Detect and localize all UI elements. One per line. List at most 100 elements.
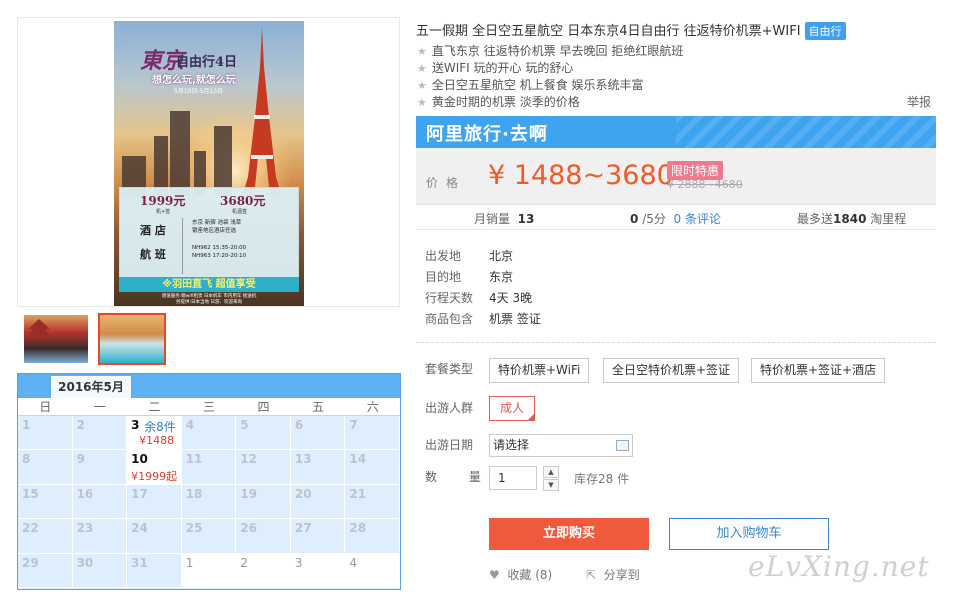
price-value: ¥ 1488~3680 [488,160,674,191]
date-label: 出游日期 [425,438,474,452]
calendar-day: 24 [127,519,182,554]
calendar-day-number: 19 [240,486,257,501]
calendar-day-available[interactable]: 10 ¥1999起 [127,450,182,485]
weekday-header: 四 [257,400,270,414]
weekday-header: 一 [93,400,106,414]
product-poster-image: 東京 自由行4日 想怎么玩,就怎么玩 5月10日-5月13日 1999元 368… [114,21,304,306]
calendar-day-number: 23 [76,521,94,536]
calendar-day-price: ¥1999起 [131,470,178,484]
package-option-2[interactable]: 全日空特价机票+签证 [603,358,740,383]
calendar-day: 18 [181,484,237,520]
pagoda-icon [28,319,50,340]
calendar-month-tab[interactable]: 2016年5月 [51,376,131,398]
star-icon: ★ [417,79,427,92]
poster-building [214,126,232,196]
poster-building [170,111,190,196]
property-value: 北京 [489,249,514,263]
poster-price-b-note: 机酒签 [232,209,248,215]
favorite-button[interactable]: ♥ 收藏 (8) [489,566,552,583]
product-properties: 出发地 北京 目的地 东京 行程天数 4天 3晚 商品包含 机票 签证 [425,247,541,331]
weekday-header: 二 [148,400,161,414]
poster-flight-label: 航 班 [140,248,166,261]
package-option-3[interactable]: 特价机票+签证+酒店 [751,358,886,383]
calendar-day-number: 2 [240,555,248,570]
quantity-increase-button[interactable]: ▲ [543,466,559,478]
poster-price-a-note: 机+签 [156,209,171,215]
site-watermark: eLvXing.net [748,550,930,583]
quantity-input[interactable]: 1 [489,466,537,490]
selected-corner-icon [527,413,536,421]
add-to-cart-button[interactable]: 加入购物车 [669,518,829,550]
property-value: 东京 [489,270,514,284]
poster-slogan: 想怎么玩,就怎么玩 [152,75,236,86]
product-title-text: 五一假期 全日空五星航空 日本东京4日自由行 往返特价机票+WIFI [416,24,801,39]
calendar-day-number: 4 [185,418,195,432]
feature-text: 送WIFI 玩的开心 玩的舒心 [431,61,574,75]
calendar-day: 12 [236,450,291,485]
calendar-day-number: 24 [131,521,148,536]
calendar-day-number: 21 [349,486,367,501]
calendar-day-price: ¥1488 [139,434,175,447]
feature-list: ★ 直飞东京 往返特价机票 早去晚回 拒绝红眼航班 ★ 送WIFI 玩的开心 玩的舒心… [417,43,683,111]
calendar-day: 7 [345,416,400,451]
mileage-prefix: 最多送 [797,212,834,226]
travel-date-select[interactable]: 请选择 [489,434,633,457]
calendar-day-number: 1 [185,555,194,570]
weekday-header: 五 [312,400,325,414]
feature-item: ★ 全日空五星航空 机上餐食 娱乐系统丰富 [417,77,683,94]
poster-footer: 增值服务:赠wifi租赁 日本机车 市内用车 接送机 另提供:日本当地 日游、欢… [161,294,257,305]
poster-dates: 5月10日-5月13日 [174,88,224,95]
tokyo-tower-graphic [242,27,282,197]
thumbnail-1[interactable] [22,313,90,365]
departure-calendar: 2016年5月 日一二三四五六 1 2 3 余8件 ¥1488 4 5 6 7 8 9 10 ¥1999… [17,373,401,590]
product-title: 五一假期 全日空五星航空 日本东京4日自由行 往返特价机票+WIFI 自由行 [416,20,846,40]
property-key: 商品包含 [425,312,474,326]
poster-divider [182,218,183,274]
feature-text: 全日空五星航空 机上餐食 娱乐系统丰富 [431,78,644,92]
calendar-day-number: 22 [22,521,39,536]
poster-info-panel: 1999元 3680元 机+签 机酒签 酒 店 东京 新宿 池袋 浅草 银座地区… [119,187,299,287]
poster-ribbon: ※羽田直飞 超值享受 [119,277,299,292]
calendar-day-number: 5 [240,418,249,432]
calendar-day-number: 7 [349,418,358,432]
calendar-day: 15 [18,484,73,520]
thumbnail-2-selected[interactable] [98,313,166,365]
calendar-day: 29 [18,553,73,588]
product-type-tag: 自由行 [804,22,846,40]
calendar-day-number: 25 [185,521,203,536]
calendar-day: 17 [127,484,182,520]
calendar-day: 27 [290,519,346,554]
report-link[interactable]: 举报 [907,93,931,110]
calendar-day: 26 [236,519,291,554]
price-label: 价格 [426,176,467,190]
traveler-option-adult[interactable]: 成人 [489,396,536,421]
quantity-decrease-button[interactable]: ▼ [543,479,559,491]
share-label: 分享到 [603,568,640,582]
calendar-day-available[interactable]: 3 余8件 ¥1488 [127,416,182,451]
calendar-day: 1 [181,553,237,588]
weekday-header: 日 [39,400,52,414]
share-icon: ⇱ [586,568,597,582]
calendar-grid: 1 2 3 余8件 ¥1488 4 5 6 7 8 9 10 ¥1999起 11 12 13 14 15 16 17 1… [18,416,400,588]
calendar-day: 16 [72,484,128,520]
calendar-day: 19 [236,484,291,520]
section-divider [416,342,936,343]
calendar-day: 5 [236,416,291,451]
brand-banner-stripes [676,116,936,148]
traveler-label: 出游人群 [425,401,474,415]
brand-name: 阿里旅行·去啊 [426,124,548,145]
mileage-reward: 最多送1840 淘里程 [797,210,906,227]
package-option-1[interactable]: 特价机票+WiFi [489,358,590,383]
calendar-day: 4 [181,416,237,451]
calendar-day-number: 12 [240,452,257,467]
calendar-day-number: 14 [349,452,367,467]
reviews-link[interactable]: 0 条评论 [674,212,721,226]
share-button[interactable]: ⇱ 分享到 [586,566,640,583]
heart-icon: ♥ [489,568,500,582]
feature-item: ★ 送WIFI 玩的开心 玩的舒心 [417,60,683,77]
calendar-day: 14 [345,450,400,485]
buy-now-button[interactable]: 立即购买 [489,518,649,550]
calendar-day-number: 29 [22,555,39,570]
monthly-sales: 月销量 13 [474,210,534,227]
weekday-header: 六 [366,400,379,414]
